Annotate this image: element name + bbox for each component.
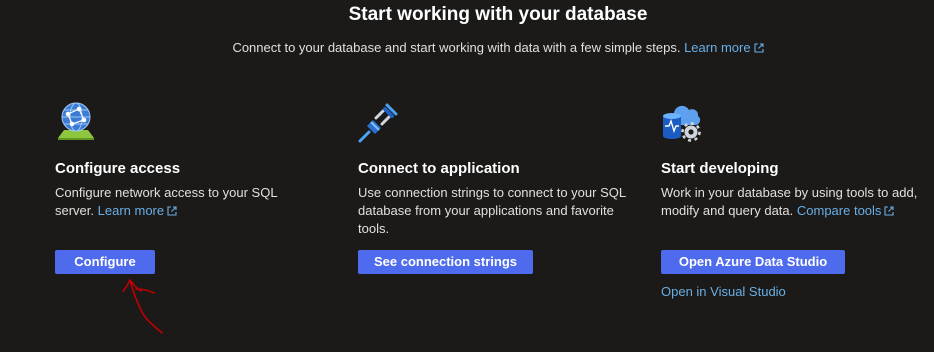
card-desc-line: Use connection strings to connect to you… [358, 185, 627, 200]
connect-application-card: Connect to application Use connection st… [358, 100, 628, 274]
card-description: Configure network access to your SQL ser… [55, 184, 325, 220]
compare-tools-label: Compare tools [796, 203, 882, 218]
open-in-visual-studio-link[interactable]: Open in Visual Studio [661, 284, 786, 299]
card-desc-line: server. Learn more [55, 202, 325, 220]
card-desc-text: modify and query data. [661, 203, 794, 218]
card-description: Work in your database by using tools to … [661, 184, 931, 220]
configure-button[interactable]: Configure [55, 250, 155, 274]
learn-more-link[interactable]: Learn more [684, 40, 764, 55]
database-gear-icon [663, 105, 701, 142]
external-link-icon [884, 206, 894, 216]
annotation-arrow [122, 279, 163, 334]
globe-network-icon [58, 102, 94, 140]
configure-learn-more-link[interactable]: Learn more [98, 203, 177, 218]
see-connection-strings-button[interactable]: See connection strings [358, 250, 533, 274]
card-desc-text: server. [55, 203, 95, 218]
compare-tools-link[interactable]: Compare tools [797, 203, 895, 218]
card-title: Configure access [55, 160, 181, 177]
page-title: Start working with your database [348, 4, 648, 25]
page-subtitle: Connect to your database and start worki… [0, 40, 934, 55]
card-description: Use connection strings to connect to you… [358, 184, 628, 238]
plug-icon [358, 103, 398, 143]
learn-more-label: Learn more [684, 40, 751, 55]
card-title: Start developing [661, 160, 779, 177]
open-azure-data-studio-button[interactable]: Open Azure Data Studio [661, 250, 845, 274]
learn-more-label: Learn more [97, 203, 165, 218]
external-link-icon [754, 43, 764, 53]
card-desc-line: tools. [358, 221, 390, 236]
card-desc-line: Configure network access to your SQL [55, 185, 278, 200]
start-developing-card: Start developing Work in your database b… [661, 100, 931, 299]
card-desc-line: modify and query data. Compare tools [661, 202, 931, 220]
configure-access-card: Configure access Configure network acces… [55, 100, 325, 274]
card-title: Connect to application [358, 160, 520, 177]
subtitle-text: Connect to your database and start worki… [232, 40, 681, 55]
card-desc-line: database from your applications and favo… [358, 203, 614, 218]
card-desc-line: Work in your database by using tools to … [661, 185, 918, 200]
external-link-icon [167, 206, 177, 216]
